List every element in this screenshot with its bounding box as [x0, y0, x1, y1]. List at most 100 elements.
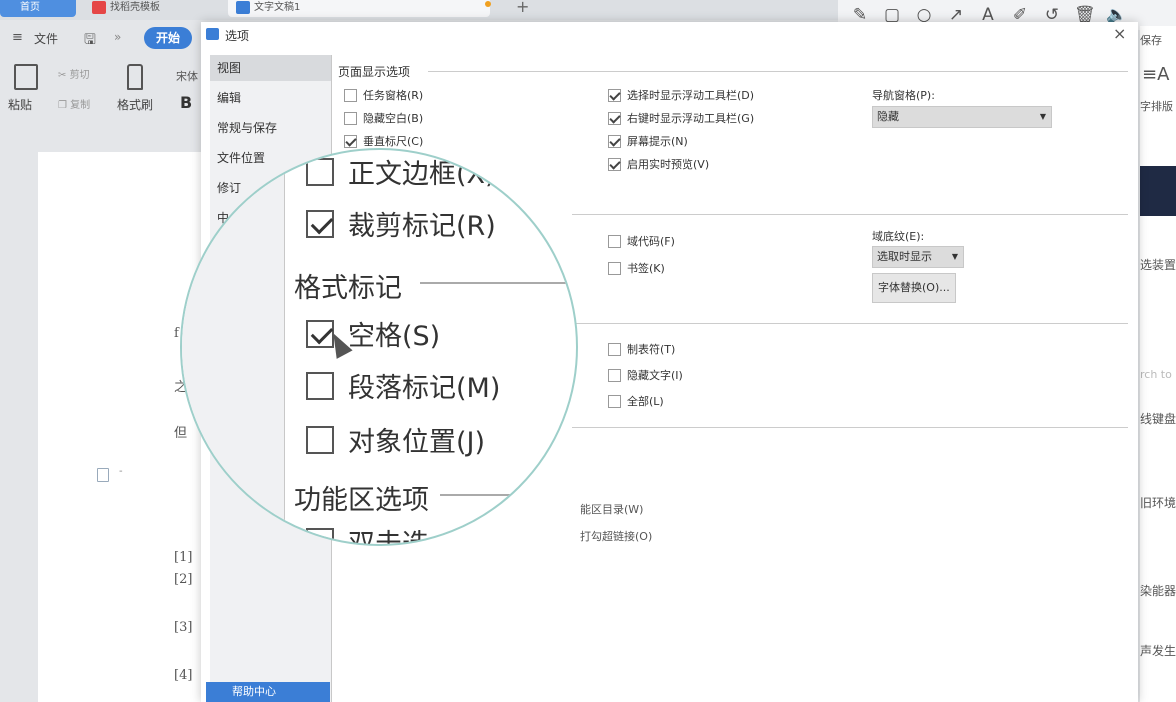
live-preview-checkbox[interactable]: 启用实时预览(V): [608, 156, 709, 172]
nav-item-general-save[interactable]: 常规与保存: [210, 115, 331, 141]
hidden-text-checkbox[interactable]: 隐藏文字(I): [608, 367, 683, 383]
dialog-title: 选项: [225, 29, 250, 43]
text-boundary-checkbox[interactable]: 正文边框(X): [306, 152, 496, 191]
tab-home[interactable]: 首页: [0, 0, 76, 17]
save-label[interactable]: 保存: [1140, 32, 1162, 48]
font-substitution-button[interactable]: 字体替换(O)...: [872, 273, 956, 303]
bold-button[interactable]: B: [180, 93, 192, 112]
field-shading-value: 选取时显示: [877, 250, 932, 263]
space-marks-checkbox[interactable]: 空格(S): [306, 314, 440, 353]
checkbox-box: [306, 425, 334, 454]
float-toolbar-select-checkbox[interactable]: 选择时显示浮动工具栏(D): [608, 87, 754, 103]
paragraph-marks-checkbox[interactable]: 段落标记(M): [306, 366, 500, 405]
copy-label: 复制: [70, 100, 91, 111]
checkbox-label: 隐藏空白(B): [363, 112, 424, 125]
tab-chars-checkbox[interactable]: 制表符(T): [608, 341, 675, 357]
magnified-nav: [182, 150, 285, 544]
checkbox-box: [344, 111, 357, 125]
paste-icon[interactable]: [14, 64, 38, 90]
float-toolbar-rightclick-checkbox[interactable]: 右键时显示浮动工具栏(G): [608, 110, 754, 126]
checkbox-box: [608, 111, 621, 125]
char-layout-label[interactable]: 字排版: [1140, 98, 1173, 114]
checkbox-label: 段落标记(M): [348, 373, 501, 404]
writer-icon: [236, 1, 250, 14]
checkbox-label: 空格(S): [348, 321, 441, 352]
file-menu[interactable]: 文件: [34, 30, 58, 47]
format-painter-button[interactable]: 格式刷: [117, 96, 153, 113]
cut-button[interactable]: ✂ 剪切: [58, 66, 90, 81]
checkbox-box: [344, 88, 357, 102]
checkbox-label: 正文边框(X): [348, 159, 496, 190]
checkbox-box: [306, 209, 334, 238]
vertical-ruler-checkbox[interactable]: 垂直标尺(C): [344, 133, 423, 149]
panel-text: 染能器: [1140, 584, 1176, 598]
tab-document[interactable]: 文字文稿1: [228, 0, 490, 17]
chevron-down-icon: ▼: [1039, 112, 1046, 121]
panel-text: 旧环境: [1140, 496, 1176, 510]
section-divider: [572, 427, 1128, 428]
save-icon[interactable]: 🖫: [84, 29, 96, 53]
double-click-checkbox[interactable]: 双击选: [306, 522, 429, 544]
section-divider: [420, 282, 576, 284]
chevron-down-icon: ▼: [951, 252, 958, 261]
field-shading-label: 域底纹(E):: [872, 230, 925, 243]
field-shading-select[interactable]: 选取时显示 ▼: [872, 246, 964, 268]
checkbox-label: 全部(L): [627, 395, 664, 408]
checkbox-label: 启用实时预览(V): [627, 158, 710, 171]
checkbox-label: 对象位置(J): [348, 427, 486, 458]
new-tab-icon[interactable]: +: [516, 0, 529, 16]
section-divider: [572, 323, 1128, 324]
format-painter-icon[interactable]: [127, 64, 143, 90]
checkbox-label: 域代码(F): [627, 235, 675, 248]
nav-item-view[interactable]: 视图: [210, 55, 331, 81]
field-codes-checkbox[interactable]: 域代码(F): [608, 233, 675, 249]
panel-search-input[interactable]: rch to: [1140, 368, 1172, 381]
task-pane-checkbox[interactable]: 任务窗格(R): [344, 87, 423, 103]
nav-pane-value: 隐藏: [877, 110, 899, 123]
checkbox-label: 垂直标尺(C): [363, 135, 424, 148]
close-icon[interactable]: ×: [1113, 24, 1126, 43]
nav-pane-select[interactable]: 隐藏 ▼: [872, 106, 1052, 128]
section-divider: [428, 71, 1128, 72]
panel-text: 选装置: [1140, 258, 1176, 272]
copy-button[interactable]: ❐ 复制: [58, 96, 90, 111]
crop-marks-checkbox[interactable]: 裁剪标记(R): [306, 204, 496, 243]
document-icon: [97, 468, 109, 482]
bookmarks-checkbox[interactable]: 书签(K): [608, 260, 665, 276]
paste-button[interactable]: 粘贴: [8, 96, 32, 113]
checkbox-box: [608, 368, 621, 382]
magnifier-lens: 正文边框(X) 裁剪标记(R) 格式标记 空格(S) 段落标记(M) 对象位置(…: [180, 148, 578, 546]
help-center-button[interactable]: 帮助中心: [206, 682, 330, 702]
unsaved-dot-icon: [485, 1, 491, 7]
tab-template-label: 找稻壳模板: [110, 2, 160, 13]
panel-text: 声发生: [1140, 644, 1176, 658]
checkbox-label: 屏幕提示(N): [627, 135, 688, 148]
hyperlink-option-text: 打勾超链接(O): [580, 530, 653, 543]
checkbox-label: 隐藏文字(I): [627, 369, 683, 382]
start-tab[interactable]: 开始: [144, 27, 192, 49]
screen-tips-checkbox[interactable]: 屏幕提示(N): [608, 133, 688, 149]
tab-document-label: 文字文稿1: [254, 2, 301, 13]
checkbox-box: [608, 394, 621, 408]
checkbox-box: [344, 134, 357, 148]
checkbox-label: 制表符(T): [627, 343, 676, 356]
checkbox-label: 裁剪标记(R): [348, 211, 496, 242]
checkbox-box: [608, 342, 621, 356]
object-anchors-checkbox[interactable]: 对象位置(J): [306, 420, 485, 459]
all-marks-checkbox[interactable]: 全部(L): [608, 393, 664, 409]
char-layout-icon[interactable]: ≡A: [1142, 64, 1169, 85]
dark-banner: [1140, 166, 1176, 216]
doc-text: f: [174, 326, 179, 341]
checkbox-box: [306, 527, 334, 544]
font-name[interactable]: 宋体: [176, 68, 198, 84]
nav-pane-label: 导航窗格(P):: [872, 89, 935, 102]
ribbon: 粘贴 ✂ 剪切 ❐ 复制 格式刷 宋体 B: [0, 56, 200, 118]
more-icon[interactable]: »: [114, 30, 121, 44]
checkbox-label: 选择时显示浮动工具栏(D): [627, 89, 755, 102]
nav-item-edit[interactable]: 编辑: [210, 85, 331, 111]
format-marks-title: 格式标记: [294, 273, 402, 304]
section-divider: [572, 214, 1128, 215]
hide-blank-checkbox[interactable]: 隐藏空白(B): [344, 110, 423, 126]
tab-template[interactable]: 找稻壳模板: [84, 0, 194, 17]
menu-icon[interactable]: ≡: [12, 30, 23, 45]
